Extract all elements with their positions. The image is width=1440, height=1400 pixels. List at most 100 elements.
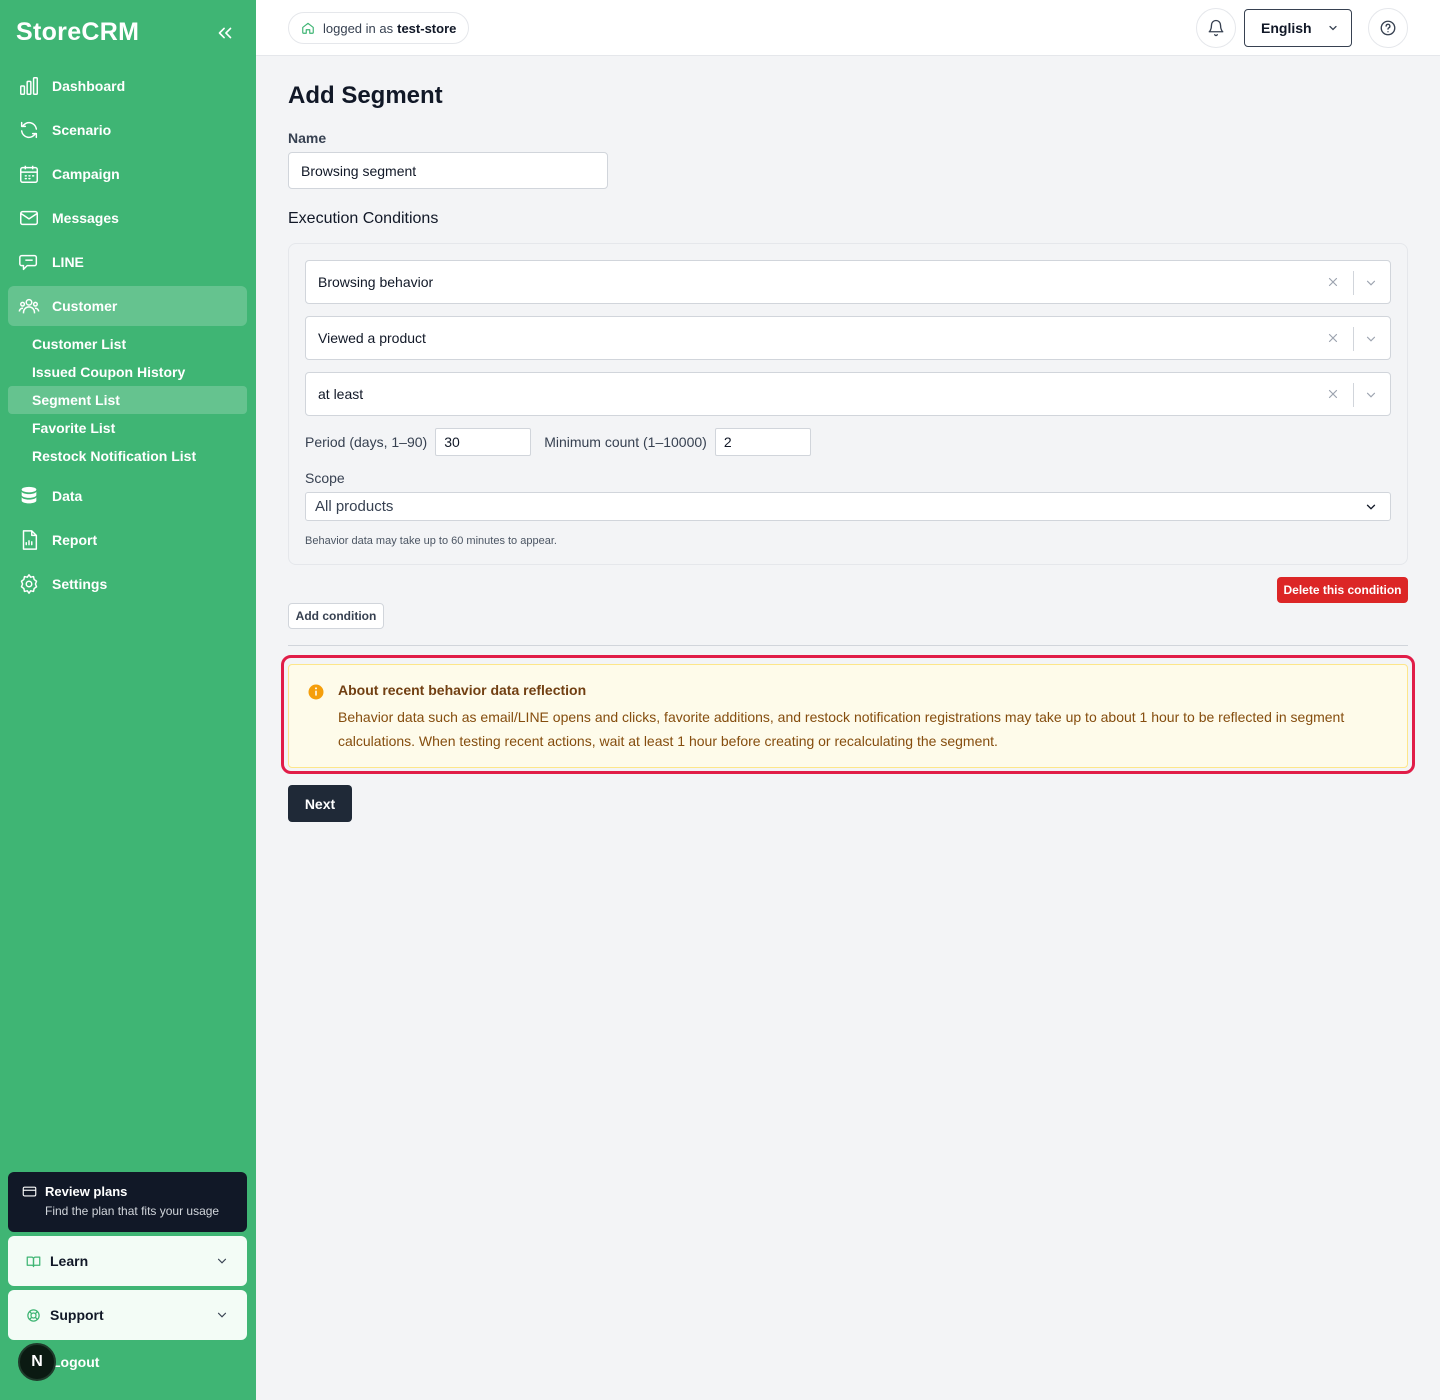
sidebar-nav: Dashboard Scenario Campaign Messages LIN… <box>8 66 247 608</box>
select-separator <box>1353 327 1354 351</box>
clear-icon[interactable] <box>1326 331 1340 345</box>
subnav-favorite-list[interactable]: Favorite List <box>8 414 247 442</box>
select-separator <box>1353 271 1354 295</box>
chevron-down-icon <box>1329 25 1337 31</box>
page-title: Add Segment <box>288 82 443 109</box>
sidebar-item-messages[interactable]: Messages <box>8 198 247 238</box>
next-button[interactable]: Next <box>288 785 352 822</box>
top-header: logged in as test-store English <box>256 0 1440 56</box>
support-label: Support <box>50 1307 104 1323</box>
subnav-issued-coupon-history[interactable]: Issued Coupon History <box>8 358 247 386</box>
behavior-helper-text: Behavior data may take up to 60 minutes … <box>305 535 557 547</box>
bar-chart-icon <box>20 77 38 95</box>
sidebar-item-label: LINE <box>52 254 84 270</box>
sidebar-item-settings[interactable]: Settings <box>8 564 247 604</box>
gear-icon <box>20 574 38 594</box>
scope-select[interactable]: All products <box>305 492 1391 521</box>
clear-icon[interactable] <box>1326 275 1340 289</box>
clear-icon[interactable] <box>1326 387 1340 401</box>
store-name: test-store <box>397 20 457 36</box>
delete-condition-button[interactable]: Delete this condition <box>1277 577 1408 603</box>
brand-logo[interactable]: StoreCRM <box>16 18 139 47</box>
sidebar-item-report[interactable]: Report <box>8 520 247 560</box>
condition-type-value: Browsing behavior <box>318 274 434 290</box>
min-count-input[interactable]: 2 <box>714 428 811 456</box>
divider <box>288 645 1408 646</box>
review-plans-title: Review plans <box>45 1184 128 1199</box>
period-input[interactable]: 30 <box>435 428 532 456</box>
logged-in-prefix: logged in as <box>323 20 394 36</box>
condition-event-select[interactable]: Viewed a product <box>305 316 1391 360</box>
lifebuoy-icon <box>27 1308 40 1322</box>
behavior-data-alert: About recent behavior data reflection Be… <box>288 664 1408 768</box>
learn-accordion[interactable]: Learn <box>8 1236 247 1286</box>
users-icon <box>18 298 40 314</box>
chat-icon <box>19 254 38 271</box>
avatar[interactable]: N <box>18 1343 56 1381</box>
credit-card-icon <box>22 1186 37 1197</box>
collapse-sidebar-icon[interactable] <box>214 22 236 44</box>
sidebar-item-line[interactable]: LINE <box>8 242 247 282</box>
period-label: Period (days, 1–90) <box>305 434 428 450</box>
condition-type-select[interactable]: Browsing behavior <box>305 260 1391 304</box>
review-plans-subtitle: Find the plan that fits your usage <box>45 1204 220 1218</box>
alert-title: About recent behavior data reflection <box>338 682 587 698</box>
notifications-button[interactable] <box>1196 8 1236 48</box>
sidebar-item-scenario[interactable]: Scenario <box>8 110 247 150</box>
period-count-row: Period (days, 1–90) 30 Minimum count (1–… <box>305 428 824 456</box>
condition-comparator-value: at least <box>318 386 364 402</box>
question-circle-icon <box>1380 20 1396 36</box>
chevron-down-icon <box>217 1312 227 1318</box>
calendar-icon <box>20 165 38 183</box>
sidebar-item-data[interactable]: Data <box>8 476 247 516</box>
execution-conditions-title: Execution Conditions <box>288 210 439 227</box>
subnav-customer-list[interactable]: Customer List <box>8 330 247 358</box>
database-icon <box>21 486 37 504</box>
chevron-down-icon[interactable] <box>1364 388 1378 402</box>
subnav-segment-list[interactable]: Segment List <box>8 386 247 414</box>
chevron-down-icon[interactable] <box>1364 332 1378 346</box>
scope-label: Scope <box>305 470 345 486</box>
sidebar-item-label: Settings <box>52 576 108 592</box>
chevron-down-icon <box>217 1258 227 1264</box>
document-icon <box>22 530 38 550</box>
name-label: Name <box>288 130 327 146</box>
logout-row[interactable]: N Logout <box>18 1343 99 1381</box>
chevron-down-icon[interactable] <box>1364 276 1378 290</box>
condition-card: Browsing behavior Viewed a product at le… <box>288 243 1408 565</box>
learn-label: Learn <box>50 1253 89 1269</box>
min-count-label: Minimum count (1–10000) <box>544 434 707 450</box>
review-plans-card[interactable]: Review plans Find the plan that fits you… <box>8 1172 247 1232</box>
scope-value: All products <box>315 498 394 515</box>
support-accordion[interactable]: Support <box>8 1290 247 1340</box>
customer-subnav: Customer List Issued Coupon History Segm… <box>8 330 247 470</box>
sidebar-item-customer[interactable]: Customer <box>8 286 247 326</box>
condition-comparator-select[interactable]: at least <box>305 372 1391 416</box>
sidebar-item-label: Customer <box>52 298 118 314</box>
segment-name-input[interactable]: Browsing segment <box>288 152 608 189</box>
sidebar-item-label: Report <box>52 532 98 548</box>
add-condition-button[interactable]: Add condition <box>288 603 384 629</box>
sidebar-item-dashboard[interactable]: Dashboard <box>8 66 247 106</box>
bell-icon <box>1208 19 1224 37</box>
sidebar-item-label: Scenario <box>52 122 112 138</box>
subnav-restock-notification-list[interactable]: Restock Notification List <box>8 442 247 470</box>
condition-event-value: Viewed a product <box>318 330 426 346</box>
sidebar-item-label: Data <box>52 488 83 504</box>
sidebar-item-campaign[interactable]: Campaign <box>8 154 247 194</box>
alert-body: Behavior data such as email/LINE opens a… <box>338 709 1345 749</box>
sidebar-item-label: Dashboard <box>52 78 126 94</box>
logout-link[interactable]: Logout <box>52 1354 99 1370</box>
language-select[interactable]: English <box>1244 9 1352 47</box>
refresh-icon <box>20 121 38 139</box>
sidebar-item-label: Messages <box>52 210 119 226</box>
chevron-down-icon <box>1366 504 1376 510</box>
help-button[interactable] <box>1368 8 1408 48</box>
info-icon <box>308 684 324 700</box>
book-icon <box>26 1256 41 1267</box>
mail-icon <box>20 210 38 226</box>
sidebar-item-label: Campaign <box>52 166 120 182</box>
select-separator <box>1353 383 1354 407</box>
home-icon <box>302 22 314 34</box>
language-value: English <box>1261 20 1312 36</box>
